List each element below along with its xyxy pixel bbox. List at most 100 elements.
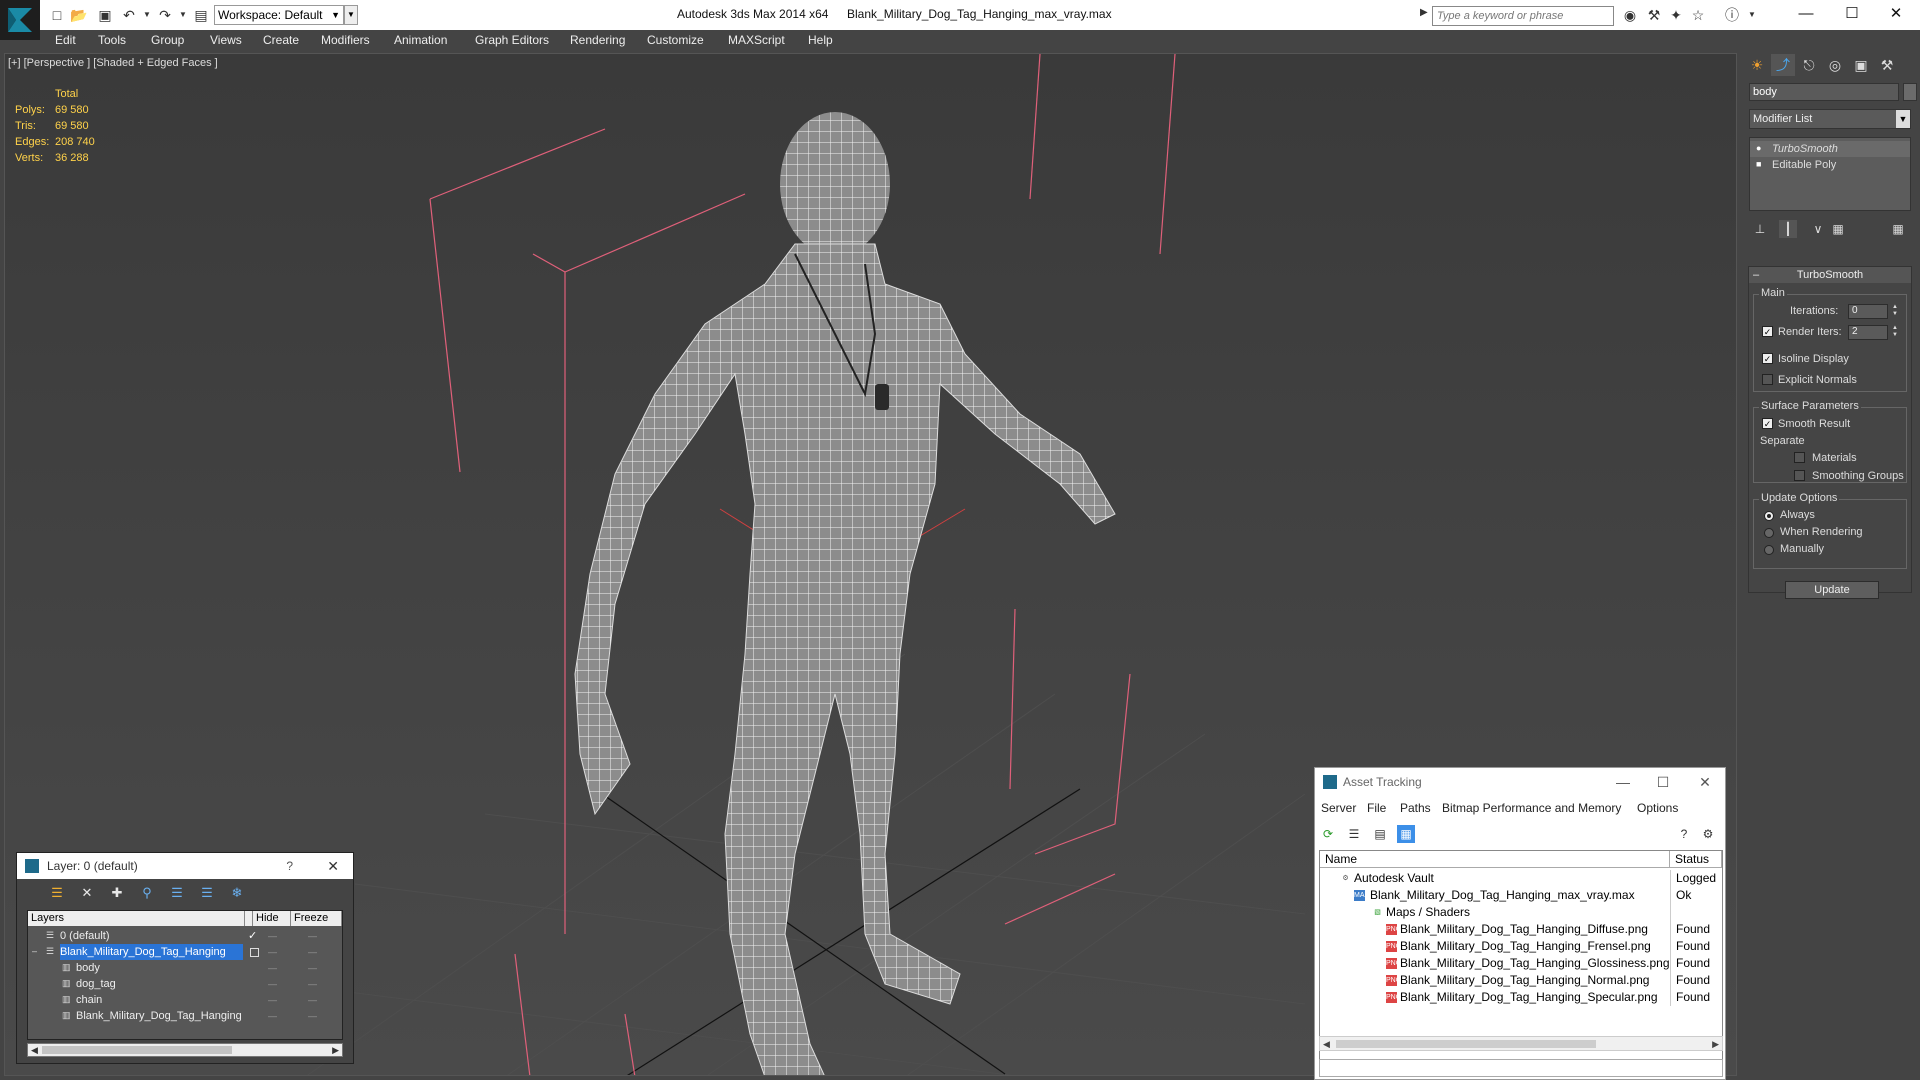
freeze-toggle[interactable]: ―	[308, 1008, 322, 1024]
hide-toggle[interactable]: ―	[268, 928, 282, 944]
menu-tools[interactable]: Tools	[98, 33, 126, 47]
menu-modifiers[interactable]: Modifiers	[321, 33, 370, 47]
collapse-icon[interactable]: –	[32, 947, 41, 956]
hide-toggle[interactable]: ―	[268, 944, 282, 960]
help-icon[interactable]: ⓘ	[1722, 6, 1742, 24]
workspace-dropdown[interactable]: Workspace: Default ▼	[214, 5, 344, 25]
freeze-toggle[interactable]: ―	[308, 976, 322, 992]
maximize-icon[interactable]: ☐	[1832, 3, 1872, 25]
menu-animation[interactable]: Animation	[394, 33, 447, 47]
new-file-icon[interactable]: □	[48, 6, 66, 24]
column-header-hide[interactable]: Hide	[253, 911, 291, 926]
menu-views[interactable]: Views	[210, 33, 242, 47]
menu-create[interactable]: Create	[263, 33, 299, 47]
layer-horizontal-scrollbar[interactable]: ◀ ▶	[27, 1043, 343, 1057]
stack-item-editable-poly[interactable]: ■ Editable Poly	[1750, 157, 1910, 173]
layer-row[interactable]: ☰ 0 (default) ✓ ― ―	[28, 928, 342, 944]
undo-icon[interactable]: ↶	[120, 6, 138, 24]
create-layer-icon[interactable]: ☰	[47, 883, 67, 903]
menu-customize[interactable]: Customize	[647, 33, 704, 47]
freeze-all-layers-icon[interactable]: ❄	[227, 883, 247, 903]
smooth-result-checkbox[interactable]: ✓	[1762, 418, 1773, 429]
layer-row[interactable]: ▥ chain ― ―	[28, 992, 342, 1008]
modify-tab-icon[interactable]: ⤴	[1771, 54, 1795, 76]
show-end-result-icon[interactable]: ┃	[1779, 220, 1797, 238]
connect-icon[interactable]: ✦	[1666, 6, 1686, 24]
object-name-input[interactable]: body	[1749, 83, 1899, 101]
menu-file[interactable]: File	[1367, 801, 1386, 815]
scrollbar-thumb[interactable]	[1336, 1040, 1596, 1048]
render-iters-checkbox[interactable]: ✓	[1762, 326, 1773, 337]
layer-row[interactable]: ▥ Blank_Military_Dog_Tag_Hanging ― ―	[28, 1008, 342, 1024]
menu-bitmap-performance[interactable]: Bitmap Performance and Memory	[1442, 801, 1621, 815]
remove-modifier-icon[interactable]: ▦	[1829, 220, 1847, 238]
redo-dropdown-icon[interactable]: ▼	[174, 6, 192, 24]
always-radio[interactable]	[1764, 511, 1774, 521]
isoline-display-checkbox[interactable]: ✓	[1762, 353, 1773, 364]
highlight-layer-icon[interactable]: ☰	[167, 883, 187, 903]
search-expand-icon[interactable]: ▶	[1420, 7, 1428, 18]
help-icon[interactable]: ?	[286, 853, 293, 879]
column-header-name[interactable]: Name	[1320, 851, 1670, 868]
layer-row[interactable]: ▥ body ― ―	[28, 960, 342, 976]
when-rendering-radio[interactable]	[1764, 528, 1774, 538]
iterations-spinner[interactable]: 0	[1848, 304, 1888, 319]
close-icon[interactable]: ✕	[327, 853, 339, 879]
motion-tab-icon[interactable]: ◎	[1823, 54, 1847, 76]
hide-toggle[interactable]: ―	[268, 960, 282, 976]
make-unique-icon[interactable]: ∨	[1809, 220, 1827, 238]
configure-sets-icon[interactable]: ▦	[1889, 220, 1907, 238]
column-header-layers[interactable]: Layers	[28, 911, 245, 926]
utilities-tab-icon[interactable]: ⚒	[1875, 54, 1899, 76]
asset-row[interactable]: PNG Blank_Military_Dog_Tag_Hanging_Diffu…	[1320, 921, 1722, 938]
asset-dialog-titlebar[interactable]: Asset Tracking — ☐ ✕	[1315, 768, 1725, 796]
binoculars-icon[interactable]: ◉	[1620, 6, 1640, 24]
close-icon[interactable]: ✕	[1876, 3, 1916, 25]
create-tab-icon[interactable]: ☀	[1745, 54, 1769, 76]
menu-graph-editors[interactable]: Graph Editors	[475, 33, 549, 47]
quick-access-menu-button[interactable]: ▼	[344, 5, 358, 25]
minimize-icon[interactable]: —	[1605, 768, 1641, 796]
active-layer-box-icon[interactable]	[250, 948, 259, 957]
project-folder-icon[interactable]: ▤	[192, 6, 210, 24]
layer-row[interactable]: ▥ dog_tag ― ―	[28, 976, 342, 992]
table-view-icon[interactable]: ▦	[1397, 825, 1415, 843]
add-to-layer-icon[interactable]: ✚	[107, 883, 127, 903]
update-button[interactable]: Update	[1785, 581, 1879, 599]
render-iters-spinner[interactable]: 2	[1848, 325, 1888, 340]
hide-toggle[interactable]: ―	[268, 992, 282, 1008]
lightbulb-icon[interactable]: ●	[1756, 144, 1765, 153]
search-input[interactable]: Type a keyword or phrase	[1432, 6, 1614, 26]
asset-row[interactable]: PNG Blank_Military_Dog_Tag_Hanging_Norma…	[1320, 972, 1722, 989]
menu-maxscript[interactable]: MAXScript	[728, 33, 785, 47]
refresh-icon[interactable]: ⟳	[1319, 825, 1337, 843]
modifier-list-dropdown[interactable]: Modifier List ▼	[1749, 109, 1911, 129]
open-file-icon[interactable]: 📂	[70, 6, 88, 24]
hide-toggle[interactable]: ―	[268, 1008, 282, 1024]
manually-radio[interactable]	[1764, 545, 1774, 555]
maximize-icon[interactable]: ☐	[1645, 768, 1681, 796]
help-dropdown-icon[interactable]: ▼	[1742, 6, 1762, 24]
save-file-icon[interactable]: ▣	[96, 6, 114, 24]
viewport-label[interactable]: [+] [Perspective ] [Shaded + Edged Faces…	[8, 57, 218, 69]
hide-all-layers-icon[interactable]: ☰	[197, 883, 217, 903]
close-icon[interactable]: ✕	[1687, 768, 1723, 796]
hide-toggle[interactable]: ―	[268, 976, 282, 992]
scroll-right-icon[interactable]: ▶	[332, 1045, 339, 1056]
object-color-swatch[interactable]	[1903, 83, 1917, 101]
asset-row[interactable]: ▧ Maps / Shaders	[1320, 904, 1722, 921]
freeze-toggle[interactable]: ―	[308, 992, 322, 1008]
layer-row[interactable]: – ☰ Blank_Military_Dog_Tag_Hanging ― ―	[28, 944, 342, 960]
menu-rendering[interactable]: Rendering	[570, 33, 625, 47]
minimize-icon[interactable]: —	[1786, 3, 1826, 25]
app-logo-button[interactable]	[0, 0, 40, 40]
active-layer-check-icon[interactable]: ✓	[248, 928, 257, 944]
asset-row[interactable]: PNG Blank_Military_Dog_Tag_Hanging_Specu…	[1320, 989, 1722, 1006]
menu-paths[interactable]: Paths	[1400, 801, 1431, 815]
asset-row[interactable]: ⚙ Autodesk Vault Logged	[1320, 870, 1722, 887]
freeze-toggle[interactable]: ―	[308, 944, 322, 960]
select-objects-icon[interactable]: ⚲	[137, 883, 157, 903]
help-icon[interactable]: ?	[1675, 825, 1693, 843]
expand-icon[interactable]: ■	[1756, 160, 1765, 169]
menu-options[interactable]: Options	[1637, 801, 1678, 815]
